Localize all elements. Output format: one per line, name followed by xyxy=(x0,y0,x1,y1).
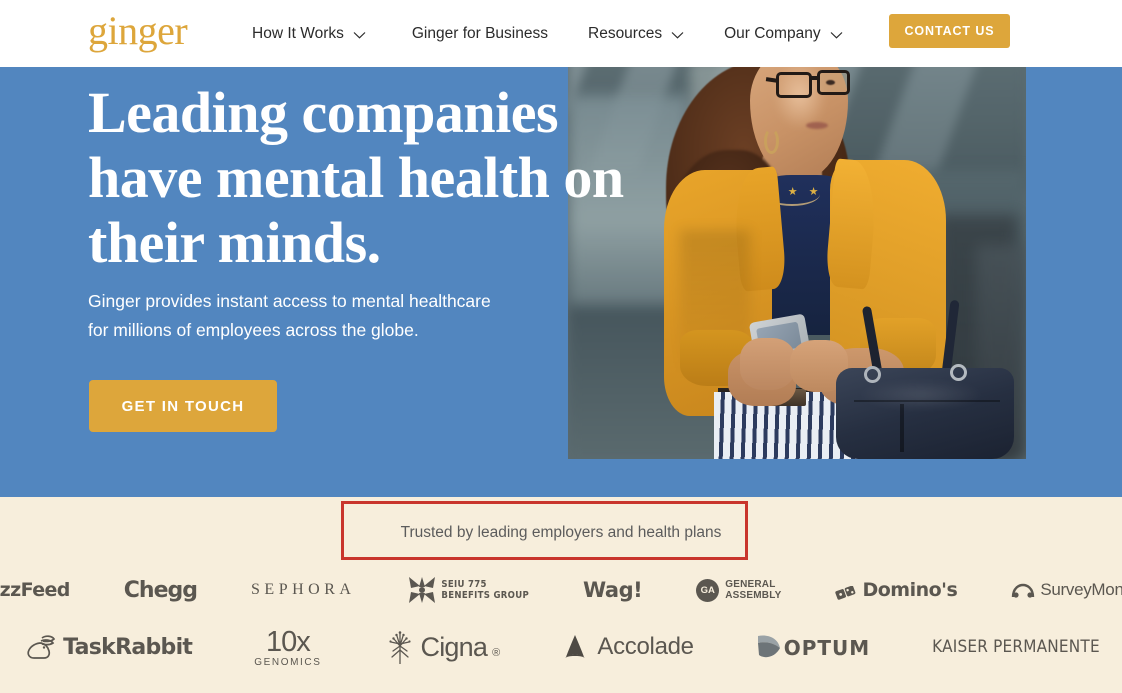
nav-item-resources[interactable]: Resources xyxy=(588,25,684,43)
page-root: ginger How It Works Ginger for Business … xyxy=(0,0,1122,693)
optum-swoosh-icon xyxy=(756,634,782,660)
nav-item-label: How It Works xyxy=(252,24,344,42)
logo-taskrabbit[interactable]: TaskRabbit xyxy=(22,634,193,660)
photo-lips xyxy=(806,122,828,129)
nav-item-how-it-works[interactable]: How It Works xyxy=(252,25,366,43)
site-header: ginger How It Works Ginger for Business … xyxy=(0,0,1122,67)
photo-handbag-zipper xyxy=(900,404,904,452)
logo-seiu-line-1: SEIU 775 xyxy=(441,579,487,590)
nav-item-our-company[interactable]: Our Company xyxy=(724,25,842,43)
logo-general-assembly[interactable]: GA GENERAL ASSEMBLY xyxy=(696,578,781,602)
logo-general-assembly-text: GENERAL ASSEMBLY xyxy=(725,579,781,601)
logo-optum[interactable]: OPTUM xyxy=(756,634,870,660)
logo-cigna-label: Cigna xyxy=(420,631,488,662)
hero-heading: Leading companies have mental health on … xyxy=(88,80,628,275)
logo-surveymonkey-label: SurveyMonkey xyxy=(1040,580,1122,599)
logo-cigna[interactable]: Cigna ® xyxy=(384,630,500,665)
logo-genomics-label: GENOMICS xyxy=(254,656,322,668)
logo-wag[interactable]: Wag! xyxy=(583,578,643,602)
hero-subtext: Ginger provides instant access to mental… xyxy=(88,287,558,345)
logo-surveymonkey[interactable]: SurveyMonkey xyxy=(1011,580,1122,600)
photo-handbag-seam xyxy=(854,400,1000,402)
logo-row-1: BuzzFeed Chegg SEPHORA SEIU 775 xyxy=(0,573,1122,607)
domino-tile-icon xyxy=(835,583,857,600)
photo-eyeglasses-left-lens xyxy=(776,72,812,98)
logo-chegg[interactable]: Chegg xyxy=(123,577,198,603)
chevron-down-icon xyxy=(830,31,843,39)
logo-chegg-label: Chegg xyxy=(123,577,198,603)
nav-item-label: Our Company xyxy=(724,24,821,42)
logo-sephora[interactable]: SEPHORA xyxy=(251,581,355,599)
logo-sephora-label: SEPHORA xyxy=(251,581,356,598)
logo-seiu-text: SEIU 775 BENEFITS GROUP xyxy=(441,579,529,601)
photo-earring xyxy=(764,128,779,154)
contact-us-button[interactable]: CONTACT US xyxy=(889,14,1010,48)
hero-heading-line-2: have mental health on xyxy=(88,145,624,210)
logo-row-2: TaskRabbit 10x GENOMICS Cigna ® Accolade… xyxy=(0,621,1122,673)
logo-10x-label: 10x xyxy=(266,625,311,658)
chevron-down-icon xyxy=(353,31,366,39)
photo-hand-left xyxy=(740,338,796,390)
logo-buzzfeed[interactable]: BuzzFeed xyxy=(0,579,70,601)
logo-wag-label: Wag! xyxy=(583,578,643,602)
hero-heading-line-3: their minds. xyxy=(88,210,381,275)
logo-ga-line-1: GENERAL xyxy=(725,579,776,590)
registered-trademark-icon: ® xyxy=(492,647,500,659)
logo-seiu-line-2: BENEFITS GROUP xyxy=(441,590,530,601)
nav-item-label: Ginger for Business xyxy=(411,24,548,42)
logo-accolade-label: Accolade xyxy=(597,633,694,660)
get-in-touch-button[interactable]: GET IN TOUCH xyxy=(89,380,277,432)
photo-eye xyxy=(826,80,835,85)
logo-ga-line-2: ASSEMBLY xyxy=(725,590,782,601)
hero-photo: ★★★★★★★★★★★★★★★★★★★★★★★★★★★★★★★★★★★★★★★★ xyxy=(568,67,1026,459)
nav-item-ginger-for-business[interactable]: Ginger for Business xyxy=(412,25,548,43)
trust-band-title: Trusted by leading employers and health … xyxy=(400,524,722,541)
logo-taskrabbit-label: TaskRabbit xyxy=(63,634,193,660)
rabbit-icon xyxy=(22,634,56,660)
hero-heading-line-1: Leading companies xyxy=(88,80,559,145)
logo-dominos-label: Domino's xyxy=(862,579,958,601)
cigna-tree-icon xyxy=(384,630,416,665)
logo-10x-genomics[interactable]: 10x GENOMICS xyxy=(254,627,321,668)
photo-eyeglasses-bridge xyxy=(810,76,819,80)
hero-section: ★★★★★★★★★★★★★★★★★★★★★★★★★★★★★★★★★★★★★★★★ xyxy=(0,67,1122,497)
logo-dominos[interactable]: Domino's xyxy=(835,579,958,601)
logo-optum-label: OPTUM xyxy=(783,636,871,660)
logo-kaiser-permanente[interactable]: KAISER PERMANENTE xyxy=(932,637,1100,657)
photo-handbag-highlight xyxy=(856,380,986,410)
general-assembly-badge-icon: GA xyxy=(696,578,720,602)
logo-accolade[interactable]: Accolade xyxy=(561,633,694,661)
logo-kaiser-label: KAISER PERMANENTE xyxy=(932,637,1100,657)
logo-seiu-775[interactable]: SEIU 775 BENEFITS GROUP xyxy=(409,577,529,603)
hero-subtext-line-1: Ginger provides instant access to mental… xyxy=(88,291,491,311)
logo-buzzfeed-label: BuzzFeed xyxy=(0,579,70,601)
surveymonkey-icon xyxy=(1011,583,1035,598)
photo-handbag-ring-left xyxy=(864,366,881,383)
ginger-logo[interactable]: ginger xyxy=(88,11,188,51)
accolade-bird-icon xyxy=(561,635,589,659)
seiu-starburst-icon xyxy=(409,577,436,603)
hero-subtext-line-2: for millions of employees across the glo… xyxy=(88,320,419,340)
nav-item-label: Resources xyxy=(588,24,663,42)
photo-handbag-ring-right xyxy=(950,364,967,381)
primary-navigation: How It Works Ginger for Business Resourc… xyxy=(252,0,879,67)
chevron-down-icon xyxy=(671,31,684,39)
